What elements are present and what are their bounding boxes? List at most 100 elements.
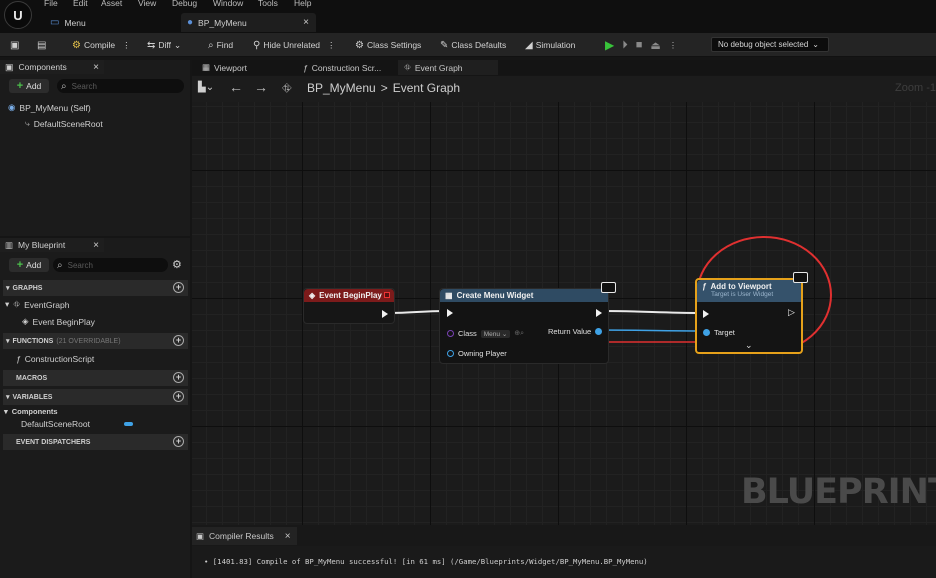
menu-debug[interactable]: Debug [172,0,197,8]
functions-count: (21 OVERRIDABLE) [56,337,121,345]
section-functions[interactable]: ▾ FUNCTIONS (21 OVERRIDABLE) + [3,333,188,349]
exec-in-pin[interactable] [447,309,453,317]
menu-view[interactable]: View [138,0,156,8]
breadcrumb-current: Event Graph [392,81,461,95]
class-select[interactable]: Menu ⌄ [480,329,511,338]
menu-file[interactable]: File [44,0,58,8]
kebab-icon[interactable]: ⋮ [669,40,678,51]
function-item-construction-script[interactable]: ƒ ConstructionScript [16,354,94,364]
section-event-dispatchers[interactable]: EVENT DISPATCHERS + [3,434,188,450]
section-label: MACROS [16,374,48,382]
components-search-input[interactable]: ⌕ Search [57,79,184,93]
component-label: DefaultSceneRoot [33,118,103,129]
play-icon[interactable]: ▶ [605,38,614,52]
tab-construction-script[interactable]: ƒ Construction Scr... [297,60,397,75]
monitor-icon [601,282,616,293]
doc-tab-bp-mymenu[interactable]: ● BP_MyMenu × [181,13,316,32]
edit-icon: ✎ [440,39,449,51]
node-event-begin-play[interactable]: ◈ Event BeginPlay [303,288,395,324]
exec-out-pin[interactable] [596,309,602,317]
graph-item-eventgraph[interactable]: ▾ ⛗ EventGraph [5,299,69,310]
section-variables[interactable]: ▾ VARIABLES + [3,389,188,405]
node-add-to-viewport[interactable]: ƒ Add to Viewport Target is User Widget … [695,278,803,354]
simulation-button[interactable]: ◢ Simulation [525,37,575,53]
class-defaults-button[interactable]: ✎ Class Defaults [440,37,506,53]
exec-out-pin[interactable] [382,310,388,318]
debug-object-select[interactable]: No debug object selected ⌄ [711,37,829,52]
menu-help[interactable]: Help [294,0,311,8]
add-label: Add [26,81,42,91]
add-function-icon[interactable]: + [173,335,184,346]
browse-button[interactable]: ▤ [37,37,46,53]
graph-tab-bar: ▦ Viewport ƒ Construction Scr... ⛗ Event Gr… [192,60,936,75]
close-icon[interactable]: × [285,531,291,542]
category-label: Components [11,407,58,416]
exec-in-pin[interactable] [703,310,709,318]
back-arrow-icon[interactable]: ← [229,79,243,95]
blueprint-icon: ● [187,17,194,28]
menu-window[interactable]: Window [213,0,243,8]
tab-viewport[interactable]: ▦ Viewport [196,60,296,75]
add-macro-icon[interactable]: + [173,372,184,383]
section-macros[interactable]: MACROS + [3,370,188,386]
menu-edit[interactable]: Edit [73,0,88,8]
add-graph-icon[interactable]: + [173,282,184,293]
doc-tab-menu[interactable]: ▭ Menu [44,13,164,32]
close-icon[interactable]: × [93,62,99,73]
chevron-down-icon[interactable]: ⌄ [745,340,753,351]
unreal-logo[interactable]: U [4,1,32,29]
kebab-icon[interactable]: ⋮ [122,40,131,51]
variable-category-components[interactable]: ▾ Components [4,407,58,416]
tab-compiler-results[interactable]: ▣ Compiler Results × [192,527,297,545]
components-tab[interactable]: ▣ Components × [0,60,104,74]
add-component-button[interactable]: + Add [9,79,49,93]
class-pin[interactable]: Class Menu ⌄ ⊕⌕ [447,329,524,338]
close-icon[interactable]: × [93,240,99,251]
add-member-button[interactable]: + Add [9,258,49,272]
exec-out-pin[interactable]: ▷ [788,307,795,318]
add-dispatcher-icon[interactable]: + [173,436,184,447]
compile-button[interactable]: ⚙ Compile ⋮ [72,37,131,53]
delegate-pin-icon[interactable] [384,292,390,298]
diff-icon: ⇆ [147,39,156,51]
menu-asset[interactable]: Asset [101,0,122,8]
my-blueprint-search-input[interactable]: ⌕ Search [53,258,168,272]
eject-icon[interactable]: ⏏ [650,39,660,52]
settings-gear-icon[interactable]: ⚙ [172,258,182,271]
exec-wire [601,310,702,314]
diff-button[interactable]: ⇆ Diff ⌄ [147,37,181,53]
components-title: Components [18,62,67,72]
breadcrumb-root[interactable]: BP_MyMenu [307,81,376,95]
forward-arrow-icon[interactable]: → [254,79,268,95]
target-pin[interactable]: Target [703,328,735,337]
pin-label: Return Value [548,327,592,336]
bookmark-icon[interactable]: ▙⌄ [198,82,214,93]
stop-icon[interactable]: ■ [636,39,643,51]
my-blueprint-tab[interactable]: ▥ My Blueprint × [0,238,104,252]
compile-icon: ⚙ [72,39,81,51]
component-item-default-scene-root[interactable]: ⤷ DefaultSceneRoot [25,118,103,129]
find-button[interactable]: ⌕ Find [208,37,233,53]
component-item-self[interactable]: ◉ BP_MyMenu (Self) [8,102,91,113]
browse-icon[interactable]: ⊕⌕ [514,329,524,338]
menu-tools[interactable]: Tools [258,0,278,8]
save-button[interactable]: ▣ [10,37,19,53]
tab-event-graph[interactable]: ⛗ Event Graph [398,60,498,75]
hide-unrelated-button[interactable]: ⚲ Hide Unrelated ⋮ [253,37,336,53]
add-variable-icon[interactable]: + [173,391,184,402]
return-value-pin[interactable]: Return Value [548,327,603,336]
kebab-icon[interactable]: ⋮ [327,40,336,51]
exec-wire [389,310,447,314]
class-settings-button[interactable]: ⚙ Class Settings [355,37,421,53]
variable-item-default-scene-root[interactable]: DefaultSceneRoot [21,419,133,429]
event-graph-canvas[interactable]: ◈ Event BeginPlay ▦ Create Menu Widget C… [192,102,936,525]
step-icon[interactable]: ⏵ [622,39,628,52]
hide-unrelated-label: Hide Unrelated [263,40,321,50]
search-icon: ⌕ [61,80,67,92]
section-graphs[interactable]: ▾ GRAPHS + [3,280,188,296]
close-icon[interactable]: × [303,17,309,28]
owning-player-pin[interactable]: Owning Player [447,349,507,358]
node-create-widget[interactable]: ▦ Create Menu Widget Class Menu ⌄ ⊕⌕ Ret… [439,288,609,364]
event-item-begin-play[interactable]: ◈ Event BeginPlay [22,316,95,327]
graph-icon: ⛗ [404,62,411,72]
